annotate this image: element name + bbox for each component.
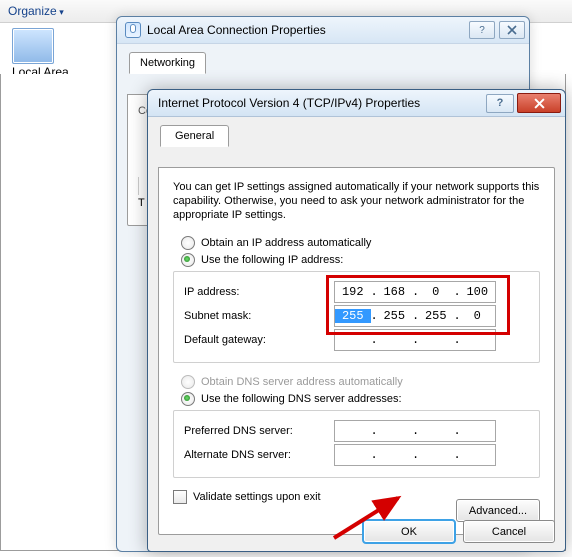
radio-auto-ip-label: Obtain an IP address automatically xyxy=(201,237,371,249)
checkbox-validate-label: Validate settings upon exit xyxy=(193,491,321,503)
label-subnet-mask: Subnet mask: xyxy=(184,310,334,322)
ok-button[interactable]: OK xyxy=(363,520,455,543)
input-subnet-mask[interactable]: 255. 255. 255. 0 xyxy=(334,305,496,327)
ipv4-close-button[interactable] xyxy=(517,93,561,113)
cancel-button[interactable]: Cancel xyxy=(463,520,555,543)
ipv4-tab-panel: You can get IP settings assigned automat… xyxy=(158,167,555,535)
lac-titlebar[interactable]: Local Area Connection Properties ? xyxy=(117,17,529,44)
dns-settings-group: Preferred DNS server: . . . Alternate DN… xyxy=(173,410,540,478)
close-icon xyxy=(507,25,517,35)
input-alternate-dns[interactable]: . . . xyxy=(334,444,496,466)
ipv4-titlebar[interactable]: Internet Protocol Version 4 (TCP/IPv4) P… xyxy=(148,90,565,117)
lac-title-icon xyxy=(125,22,141,38)
ip-settings-group: IP address: 192. 168. 0. 100 Subnet mask… xyxy=(173,271,540,363)
label-ip-address: IP address: xyxy=(184,286,334,298)
input-default-gateway[interactable]: . . . xyxy=(334,329,496,351)
ipv4-intro-text: You can get IP settings assigned automat… xyxy=(173,180,540,222)
close-icon xyxy=(534,98,545,109)
ipv4-title: Internet Protocol Version 4 (TCP/IPv4) P… xyxy=(158,96,420,110)
checkbox-box xyxy=(173,490,187,504)
input-ip-address[interactable]: 192. 168. 0. 100 xyxy=(334,281,496,303)
ipv4-properties-dialog: Internet Protocol Version 4 (TCP/IPv4) P… xyxy=(147,89,566,552)
radio-auto-ip[interactable]: Obtain an IP address automatically xyxy=(181,236,540,250)
radio-use-dns[interactable]: Use the following DNS server addresses: xyxy=(181,392,540,406)
input-preferred-dns[interactable]: . . . xyxy=(334,420,496,442)
label-alternate-dns: Alternate DNS server: xyxy=(184,449,334,461)
lac-help-button[interactable]: ? xyxy=(469,21,495,39)
tab-general[interactable]: General xyxy=(160,125,229,147)
radio-use-dns-label: Use the following DNS server addresses: xyxy=(201,393,402,405)
network-adapter-icon xyxy=(12,28,54,64)
radio-auto-dns: Obtain DNS server address automatically xyxy=(181,375,540,389)
label-default-gateway: Default gateway: xyxy=(184,334,334,346)
label-preferred-dns: Preferred DNS server: xyxy=(184,425,334,437)
lac-title: Local Area Connection Properties xyxy=(147,23,326,37)
lac-close-button[interactable] xyxy=(499,21,525,39)
ipv4-help-button[interactable]: ? xyxy=(486,94,514,113)
advanced-button[interactable]: Advanced... xyxy=(456,499,540,522)
radio-use-ip-label: Use the following IP address: xyxy=(201,254,343,266)
tab-networking[interactable]: Networking xyxy=(129,52,206,74)
radio-auto-dns-label: Obtain DNS server address automatically xyxy=(201,376,403,388)
organize-menu[interactable]: Organize xyxy=(8,4,64,18)
radio-use-ip[interactable]: Use the following IP address: xyxy=(181,253,540,267)
